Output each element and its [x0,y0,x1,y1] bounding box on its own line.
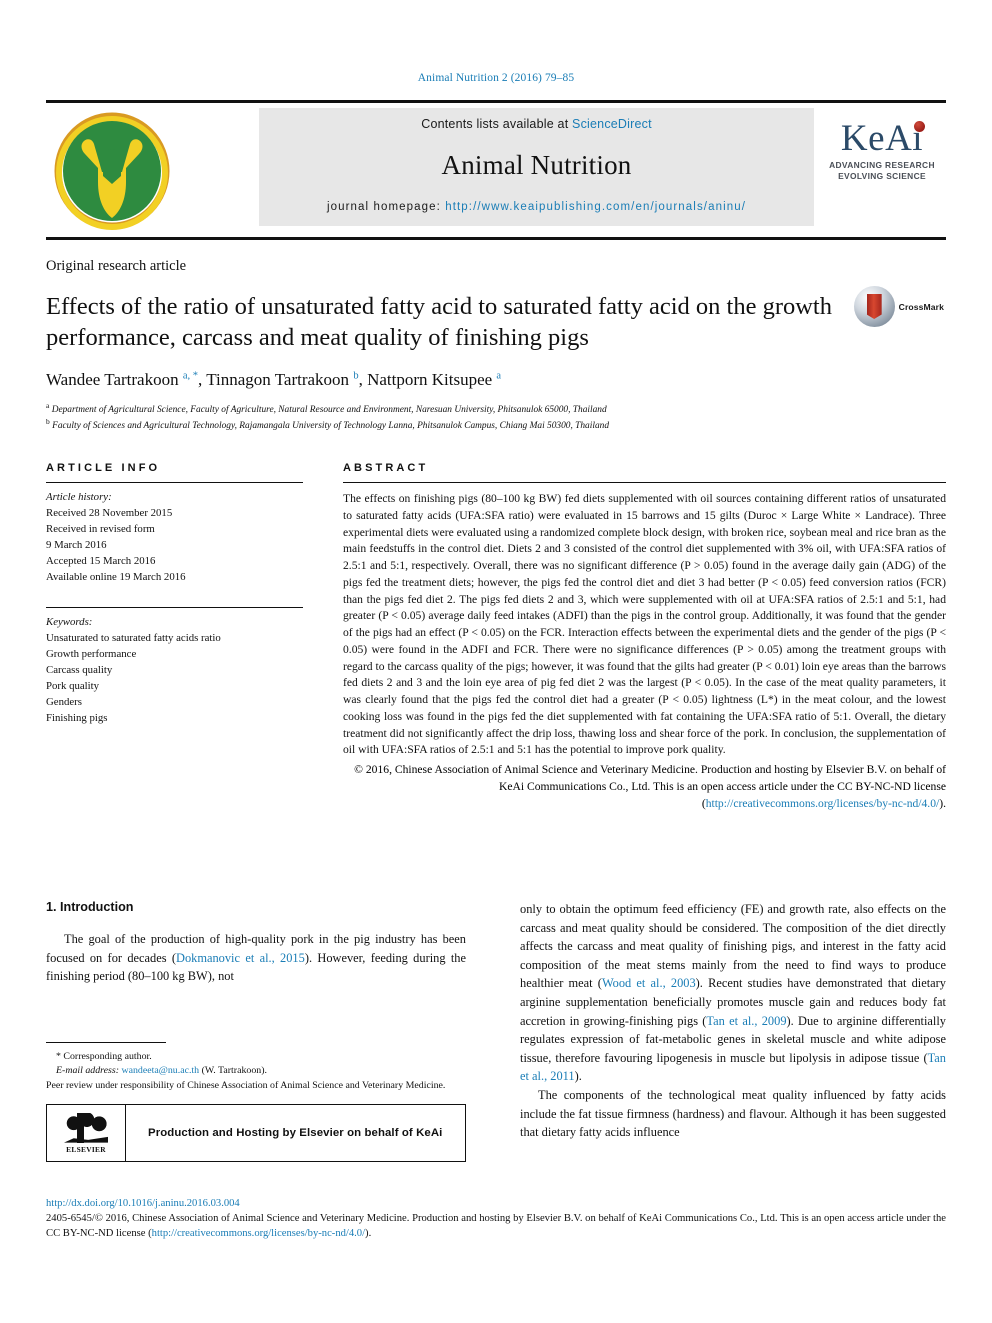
introduction-paragraph-right-1: only to obtain the optimum feed efficien… [520,900,946,1086]
journal-masthead: Contents lists available at ScienceDirec… [46,100,946,230]
animal-nutrition-logo-icon [50,112,174,230]
peer-review-note: Peer review under responsibility of Chin… [46,1079,446,1091]
abstract-column: ABSTRACT The effects on finishing pigs (… [343,462,946,812]
elsevier-hosting-text: Production and Hosting by Elsevier on be… [148,1127,443,1140]
abstract-heading: ABSTRACT [343,462,429,474]
journal-article-page: Animal Nutrition 2 (2016) 79–85 Contents… [0,0,992,1323]
corresponding-marker: * [56,1051,61,1062]
citation-wood-2003[interactable]: Wood et al., 2003 [602,976,696,990]
affiliation-b-text: Faculty of Sciences and Agricultural Tec… [52,421,610,432]
body-column-left: 1. Introduction The goal of the producti… [46,900,466,986]
contents-prefix: Contents lists available at [421,117,573,131]
affiliations: a Department of Agricultural Science, Fa… [46,401,946,435]
elsevier-logo-icon: ELSEVIER [47,1105,126,1162]
article-type-label: Original research article [46,258,187,274]
crossmark-logo-icon [853,286,895,327]
masthead-center-panel: Contents lists available at ScienceDirec… [259,108,814,226]
history-item: Accepted 15 March 2016 [46,554,156,567]
article-history-label: Article history: [46,491,112,503]
keai-wordmark-text: KeAi [840,118,924,159]
keai-tagline-line-2: EVOLVING SCIENCE [838,171,926,182]
keyword-item: Genders [46,695,82,708]
introduction-paragraph-right-2: The components of the technological meat… [520,1088,946,1140]
citation-dokmanovic-2015[interactable]: Dokmanovic et al., 2015 [176,951,305,965]
introduction-paragraph-left: The goal of the production of high-quali… [46,930,466,986]
affiliation-a-text: Department of Agricultural Science, Facu… [51,404,607,415]
journal-homepage-link[interactable]: http://www.keaipublishing.com/en/journal… [445,201,746,213]
article-info-column: ARTICLE INFO Article history: Received 2… [46,462,303,727]
elsevier-wordmark: ELSEVIER [66,1144,106,1154]
history-item: Received in revised form [46,522,155,535]
keai-tagline-line-1: ADVANCING RESEARCH [829,160,935,170]
intro-right-d: ). [574,1069,582,1084]
keyword-item: Pork quality [46,679,100,692]
footnote-block: * Corresponding author. E-mail address: … [46,1042,466,1163]
title-block: Original research article Effects of the… [46,258,946,434]
keyword-item: Unsaturated to saturated fatty acids rat… [46,631,221,644]
abstract-body: The effects on finishing pigs (80–100 kg… [343,491,946,759]
crossmark-badge[interactable]: CrossMark [853,286,944,327]
page-footer: http://dx.doi.org/10.1016/j.aninu.2016.0… [46,1198,946,1241]
body-column-right: only to obtain the optimum feed efficien… [520,900,946,1142]
corresponding-author-note: * Corresponding author. [56,1050,466,1064]
email-label: E-mail address: [56,1065,119,1077]
author-email-link[interactable]: wandeeta@nu.ac.th [121,1065,199,1076]
article-history: Article history: Received 28 November 20… [46,490,303,586]
footer-cc-link[interactable]: http://creativecommons.org/licenses/by-n… [152,1228,365,1239]
keai-publisher-logo: KeAi ADVANCING RESEARCH EVOLVING SCIENCE [818,120,946,182]
affiliation-a: a Department of Agricultural Science, Fa… [46,400,607,415]
elsevier-hosting-box: ELSEVIER Production and Hosting by Elsev… [46,1104,466,1163]
corresponding-label: Corresponding author. [63,1051,152,1062]
keai-dot-icon [914,121,926,132]
footer-copyright-b: ). [365,1228,372,1240]
crossmark-label: CrossMark [898,301,944,312]
footer-copyright: 2405-6545/© 2016, Chinese Association of… [46,1211,946,1241]
keai-tagline: ADVANCING RESEARCH EVOLVING SCIENCE [818,160,946,182]
affiliation-b: b Faculty of Sciences and Agricultural T… [46,417,610,432]
abstract-rule [343,482,946,483]
masthead-bottom-rule [46,237,946,240]
crossmark-book-shape [866,294,882,319]
footnote-text: * Corresponding author. E-mail address: … [46,1050,466,1093]
elsevier-tree-shape [64,1112,108,1143]
running-head: Animal Nutrition 2 (2016) 79–85 [417,72,575,84]
keyword-item: Growth performance [46,647,137,660]
cc-license-link[interactable]: http://creativecommons.org/licenses/by-n… [706,797,940,810]
sciencedirect-link[interactable]: ScienceDirect [572,117,652,131]
history-item: Received 28 November 2015 [46,506,173,519]
doi-link[interactable]: http://dx.doi.org/10.1016/j.aninu.2016.0… [46,1198,946,1209]
article-info-heading: ARTICLE INFO [46,462,161,474]
abstract-text: The effects on finishing pigs (80–100 kg… [343,492,946,757]
abstract-copyright-tail: ). [939,796,946,810]
keai-wordmark: KeAi [840,118,926,159]
page-title: Effects of the ratio of unsaturated fatt… [46,293,832,352]
citation-tan-2009[interactable]: Tan et al., 2009 [706,1014,786,1028]
keywords-rule [46,606,303,608]
history-item: Available online 19 March 2016 [46,570,186,583]
keyword-item: Finishing pigs [46,711,108,724]
author-list: Wandee Tartrakoon a, *, Tinnagon Tartrak… [46,369,502,389]
keywords-block: Keywords: Unsaturated to saturated fatty… [46,615,303,727]
introduction-heading: 1. Introduction [46,900,134,914]
keywords-label: Keywords: [46,615,93,628]
email-suffix: (W. Tartrakoon). [201,1065,267,1077]
contents-available-line: Contents lists available at ScienceDirec… [259,117,814,131]
article-info-rule [46,482,303,483]
journal-title: Animal Nutrition [441,150,632,180]
abstract-copyright: © 2016, Chinese Association of Animal Sc… [343,762,946,812]
homepage-prefix: journal homepage: [326,201,446,213]
history-item: 9 March 2016 [46,538,107,551]
footnote-rule [46,1042,166,1043]
keyword-item: Carcass quality [46,663,113,676]
email-note: E-mail address: wandeeta@nu.ac.th (W. Ta… [56,1064,466,1078]
journal-homepage-line: journal homepage: http://www.keaipublish… [259,201,814,213]
